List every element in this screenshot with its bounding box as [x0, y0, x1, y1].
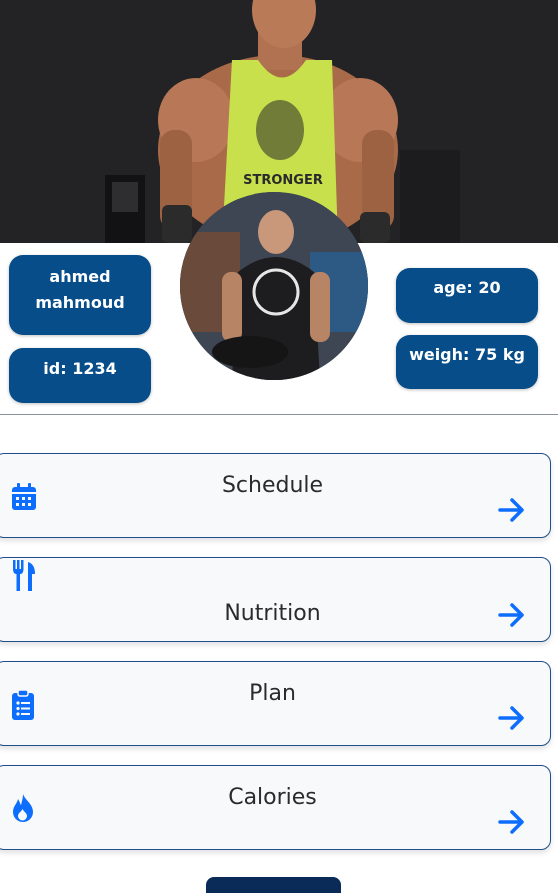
- plan-card[interactable]: Plan: [0, 661, 551, 746]
- nutrition-title: Nutrition: [224, 601, 321, 626]
- avatar[interactable]: [180, 192, 368, 380]
- id-badge: id: 1234: [9, 348, 151, 403]
- schedule-title: Schedule: [221, 473, 324, 498]
- shirt-text: STRONGER: [243, 173, 323, 188]
- age-text: age: 20: [433, 278, 501, 297]
- schedule-card[interactable]: Schedule: [0, 453, 551, 538]
- id-text: id: 1234: [43, 359, 117, 378]
- weight-text: weigh: 75 kg: [409, 345, 525, 364]
- arrow-right-icon[interactable]: [498, 602, 526, 632]
- divider: [0, 414, 558, 415]
- name-text: ahmed mahmoud: [35, 267, 125, 312]
- name-badge: ahmed mahmoud: [9, 255, 151, 335]
- weight-badge: weigh: 75 kg: [396, 335, 538, 389]
- calories-card[interactable]: Calories: [0, 765, 551, 850]
- clipboard-list-icon: [11, 689, 35, 724]
- plan-title: Plan: [249, 681, 296, 706]
- fire-icon: [11, 793, 35, 827]
- utensils-icon: [11, 560, 37, 596]
- age-badge: age: 20: [396, 268, 538, 323]
- nutrition-card[interactable]: Nutrition: [0, 557, 551, 642]
- arrow-right-icon[interactable]: [498, 497, 526, 527]
- calories-title: Calories: [228, 785, 317, 810]
- bottom-action-button[interactable]: [206, 877, 341, 893]
- arrow-right-icon[interactable]: [498, 809, 526, 839]
- calendar-icon: [11, 483, 37, 515]
- arrow-right-icon[interactable]: [498, 705, 526, 735]
